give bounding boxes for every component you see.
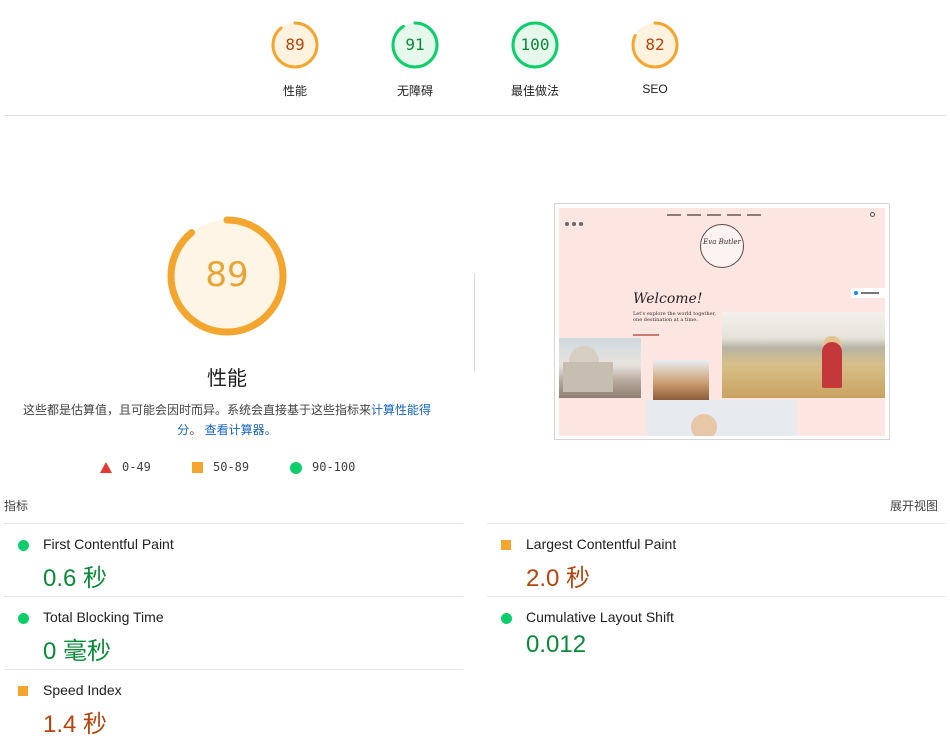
metric-value: 0 毫秒 (43, 638, 112, 665)
site-nav (667, 214, 767, 220)
gauge-label: 无障碍 (396, 84, 434, 98)
legend-range: 0-49 (122, 460, 151, 474)
performance-title: 性能 (207, 368, 247, 390)
gauge-label: SEO (642, 82, 668, 96)
photo-portrait (647, 400, 797, 436)
average-icon (18, 686, 28, 696)
metric-tbt[interactable]: Total Blocking Time 0 毫秒 (4, 596, 463, 669)
pass-icon (501, 613, 512, 624)
square-icon (192, 462, 203, 473)
gauge-score: 100 (520, 35, 550, 54)
metric-name: Cumulative Layout Shift (526, 609, 674, 625)
metric-fcp[interactable]: First Contentful Paint 0.6 秒 (4, 523, 463, 596)
pass-icon (18, 540, 29, 551)
performance-score: 89 (205, 255, 249, 295)
metric-name: Total Blocking Time (43, 609, 164, 625)
metrics-heading: 指标 (4, 499, 29, 513)
pass-icon (18, 613, 29, 624)
gauge-accessibility[interactable]: 91 无障碍 (390, 20, 440, 98)
gauge-performance[interactable]: 89 性能 (270, 20, 320, 98)
metric-lcp[interactable]: Largest Contentful Paint 2.0 秒 (487, 523, 946, 596)
expand-view-button[interactable]: 展开视图 (890, 497, 938, 514)
social-icons (565, 213, 586, 231)
gauge-score: 89 (285, 35, 305, 54)
legend-range: 90-100 (312, 460, 356, 474)
legend-pass: 90-100 (290, 459, 355, 475)
gauge-seo[interactable]: 82 SEO (630, 20, 680, 96)
performance-gauge: 89 (166, 215, 288, 337)
read-more-link (633, 334, 659, 336)
metric-value: 0.6 秒 (43, 565, 108, 592)
gauge-score: 82 (645, 35, 665, 54)
performance-description: 这些都是估算值，且可能会因时而异。系统会直接基于这些指标来计算性能得分。 查看计… (20, 400, 434, 440)
average-icon (501, 540, 511, 550)
final-screenshot[interactable]: Eva Butler Welcome! Let's explore the wo… (554, 203, 890, 440)
photo-traveler (653, 360, 709, 400)
gauge-best-practices[interactable]: 100 最佳做法 (510, 20, 560, 98)
metric-name: Largest Contentful Paint (526, 536, 677, 552)
description-separator: 。 (189, 423, 202, 437)
vertical-divider (474, 273, 475, 371)
photo-field (722, 312, 885, 398)
circle-icon (290, 461, 302, 474)
search-icon (870, 212, 875, 217)
metric-si[interactable]: Speed Index 1.4 秒 (4, 669, 463, 740)
description-text: 这些都是估算值，且可能会因时而异。系统会直接基于这些指标来 (22, 403, 371, 417)
metric-cls[interactable]: Cumulative Layout Shift 0.012 (487, 596, 946, 669)
site-logo: Eva Butler (700, 224, 744, 268)
gauge-label: 性能 (282, 84, 308, 98)
metric-name: Speed Index (43, 682, 122, 698)
metric-value: 0.012 (526, 631, 587, 658)
view-calculator-link[interactable]: 查看计算器。 (205, 423, 277, 437)
customize-chip (851, 288, 885, 298)
screenshot-page: Eva Butler Welcome! Let's explore the wo… (559, 208, 885, 436)
metric-value: 1.4 秒 (43, 711, 108, 738)
triangle-icon (100, 462, 112, 473)
gauge-label: 最佳做法 (510, 84, 560, 98)
summary-divider (4, 115, 946, 116)
welcome-subtitle: Let's explore the world together, one de… (633, 311, 716, 323)
legend-average: 50-89 (192, 459, 249, 475)
gauge-score: 91 (405, 35, 425, 54)
legend-range: 50-89 (213, 460, 250, 474)
logo-text: Eva Butler (703, 238, 741, 246)
photo-building (559, 338, 641, 398)
metric-name: First Contentful Paint (43, 536, 174, 552)
welcome-heading: Welcome! (633, 291, 703, 307)
metric-value: 2.0 秒 (526, 565, 591, 592)
legend-fail: 0-49 (100, 459, 151, 475)
